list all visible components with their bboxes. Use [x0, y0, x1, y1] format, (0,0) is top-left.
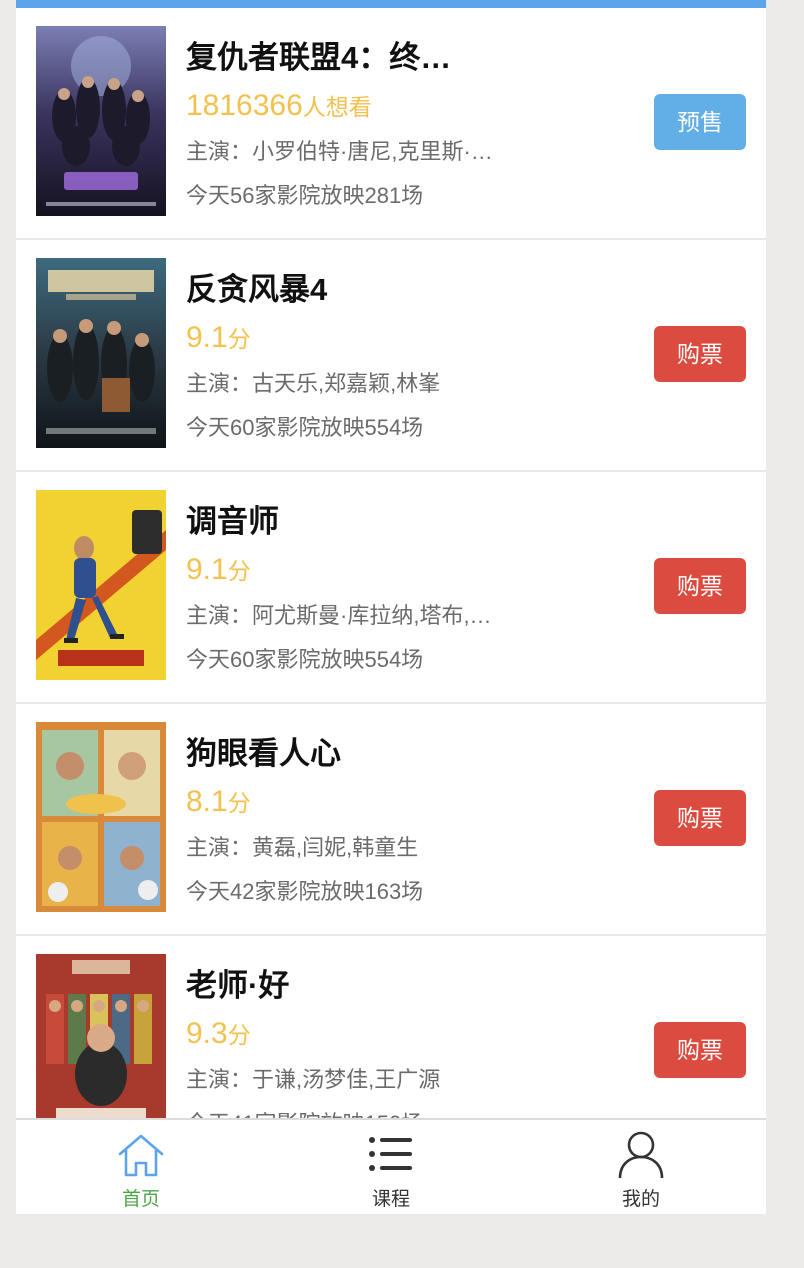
movie-poster-image[interactable]: [36, 954, 166, 1118]
buy-ticket-button[interactable]: 购票: [654, 1022, 746, 1078]
tab-courses[interactable]: 课程: [266, 1120, 516, 1214]
movie-showtimes: 今天42家影院放映163场: [186, 879, 424, 904]
score-unit: 人想看: [302, 94, 372, 120]
movie-score: 9.1分: [186, 318, 626, 358]
tab-home-label: 首页: [121, 1189, 160, 1210]
score-value: 9.3: [186, 1017, 228, 1050]
movie-item[interactable]: 狗眼看人心 8.1分 主演：黄磊,闫妮,韩童生 今天42家影院放映163场 购票: [16, 704, 766, 936]
score-value: 8.1: [186, 785, 228, 818]
score-value: 9.1: [186, 321, 228, 354]
movie-actors: 主演：于谦,汤梦佳,王广源: [186, 1067, 441, 1092]
buy-ticket-button[interactable]: 购票: [654, 326, 746, 382]
movie-poster-image[interactable]: [36, 722, 166, 912]
movie-score: 1816366人想看: [186, 86, 626, 126]
tab-courses-label: 课程: [371, 1189, 410, 1210]
home-icon: [116, 1130, 166, 1180]
movie-score: 9.3分: [186, 1014, 626, 1054]
movie-title: 狗眼看人心: [186, 736, 341, 771]
bottom-tab-bar: 首页 课程 我的: [16, 1118, 766, 1214]
score-unit: 分: [227, 558, 251, 584]
score-value: 9.1: [186, 553, 228, 586]
app-screen: 复仇者联盟4：终… 1816366人想看 主演：小罗伯特·唐尼,克里斯·… 今天…: [16, 0, 766, 1214]
movie-title: 复仇者联盟4：终…: [186, 40, 452, 75]
movie-actors: 主演：阿尤斯曼·库拉纳,塔布,…: [186, 603, 492, 628]
user-icon: [616, 1130, 666, 1180]
movie-score: 8.1分: [186, 782, 626, 822]
movie-item[interactable]: 复仇者联盟4：终… 1816366人想看 主演：小罗伯特·唐尼,克里斯·… 今天…: [16, 8, 766, 240]
movie-actors: 主演：小罗伯特·唐尼,克里斯·…: [186, 139, 493, 164]
tab-home[interactable]: 首页: [16, 1120, 266, 1214]
movie-item[interactable]: 老师·好 9.3分 主演：于谦,汤梦佳,王广源 今天41家影院放映150场 购票: [16, 936, 766, 1118]
score-unit: 分: [227, 790, 251, 816]
movie-item[interactable]: 反贪风暴4 9.1分 主演：古天乐,郑嘉颖,林峯 今天60家影院放映554场 购…: [16, 240, 766, 472]
buy-ticket-button[interactable]: 购票: [654, 790, 746, 846]
movie-item[interactable]: 调音师 9.1分 主演：阿尤斯曼·库拉纳,塔布,… 今天60家影院放映554场 …: [16, 472, 766, 704]
presale-button[interactable]: 预售: [654, 94, 746, 150]
tab-mine-label: 我的: [621, 1189, 660, 1210]
movie-poster-image[interactable]: [36, 490, 166, 680]
header-accent-bar: [16, 0, 766, 8]
score-unit: 分: [227, 1022, 251, 1048]
movie-actors: 主演：古天乐,郑嘉颖,林峯: [186, 371, 441, 396]
movie-showtimes: 今天60家影院放映554场: [186, 647, 424, 672]
movie-title: 老师·好: [186, 968, 290, 1003]
buy-ticket-button[interactable]: 购票: [654, 558, 746, 614]
movie-title: 调音师: [186, 504, 279, 539]
movie-poster-image[interactable]: [36, 258, 166, 448]
list-icon: [366, 1130, 416, 1180]
score-value: 1816366: [186, 89, 303, 122]
tab-mine[interactable]: 我的: [516, 1120, 766, 1214]
movie-title: 反贪风暴4: [186, 272, 328, 307]
movie-actors: 主演：黄磊,闫妮,韩童生: [186, 835, 419, 860]
movie-score: 9.1分: [186, 550, 626, 590]
score-unit: 分: [227, 326, 251, 352]
movie-list[interactable]: 复仇者联盟4：终… 1816366人想看 主演：小罗伯特·唐尼,克里斯·… 今天…: [16, 8, 766, 1118]
movie-poster-image[interactable]: [36, 26, 166, 216]
movie-showtimes: 今天60家影院放映554场: [186, 415, 424, 440]
movie-showtimes: 今天56家影院放映281场: [186, 183, 424, 208]
movie-showtimes: 今天41家影院放映150场: [186, 1104, 626, 1118]
